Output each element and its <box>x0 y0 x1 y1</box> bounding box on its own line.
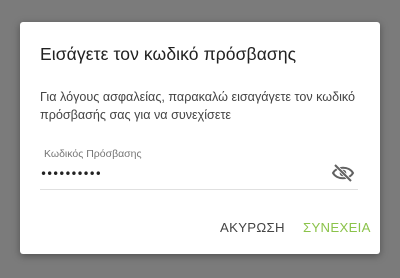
password-dialog: Εισάγετε τον κωδικό πρόσβασης Για λόγους… <box>20 22 380 254</box>
continue-button[interactable]: ΣΥΝΕΧΕΙΑ <box>303 220 371 235</box>
password-field: Κωδικός Πρόσβασης <box>40 148 358 190</box>
password-field-label: Κωδικός Πρόσβασης <box>44 148 142 160</box>
eye-off-icon[interactable] <box>330 162 356 184</box>
password-input[interactable] <box>40 164 320 184</box>
password-field-underline <box>40 189 358 190</box>
dialog-message: Για λόγους ασφαλείας, παρακαλώ εισαγάγετ… <box>40 90 356 122</box>
dialog-actions: ΑΚΥΡΩΣΗ ΣΥΝΕΧΕΙΑ <box>20 220 380 244</box>
dialog-title: Εισάγετε τον κωδικό πρόσβασης <box>40 44 297 64</box>
cancel-button[interactable]: ΑΚΥΡΩΣΗ <box>220 220 285 235</box>
